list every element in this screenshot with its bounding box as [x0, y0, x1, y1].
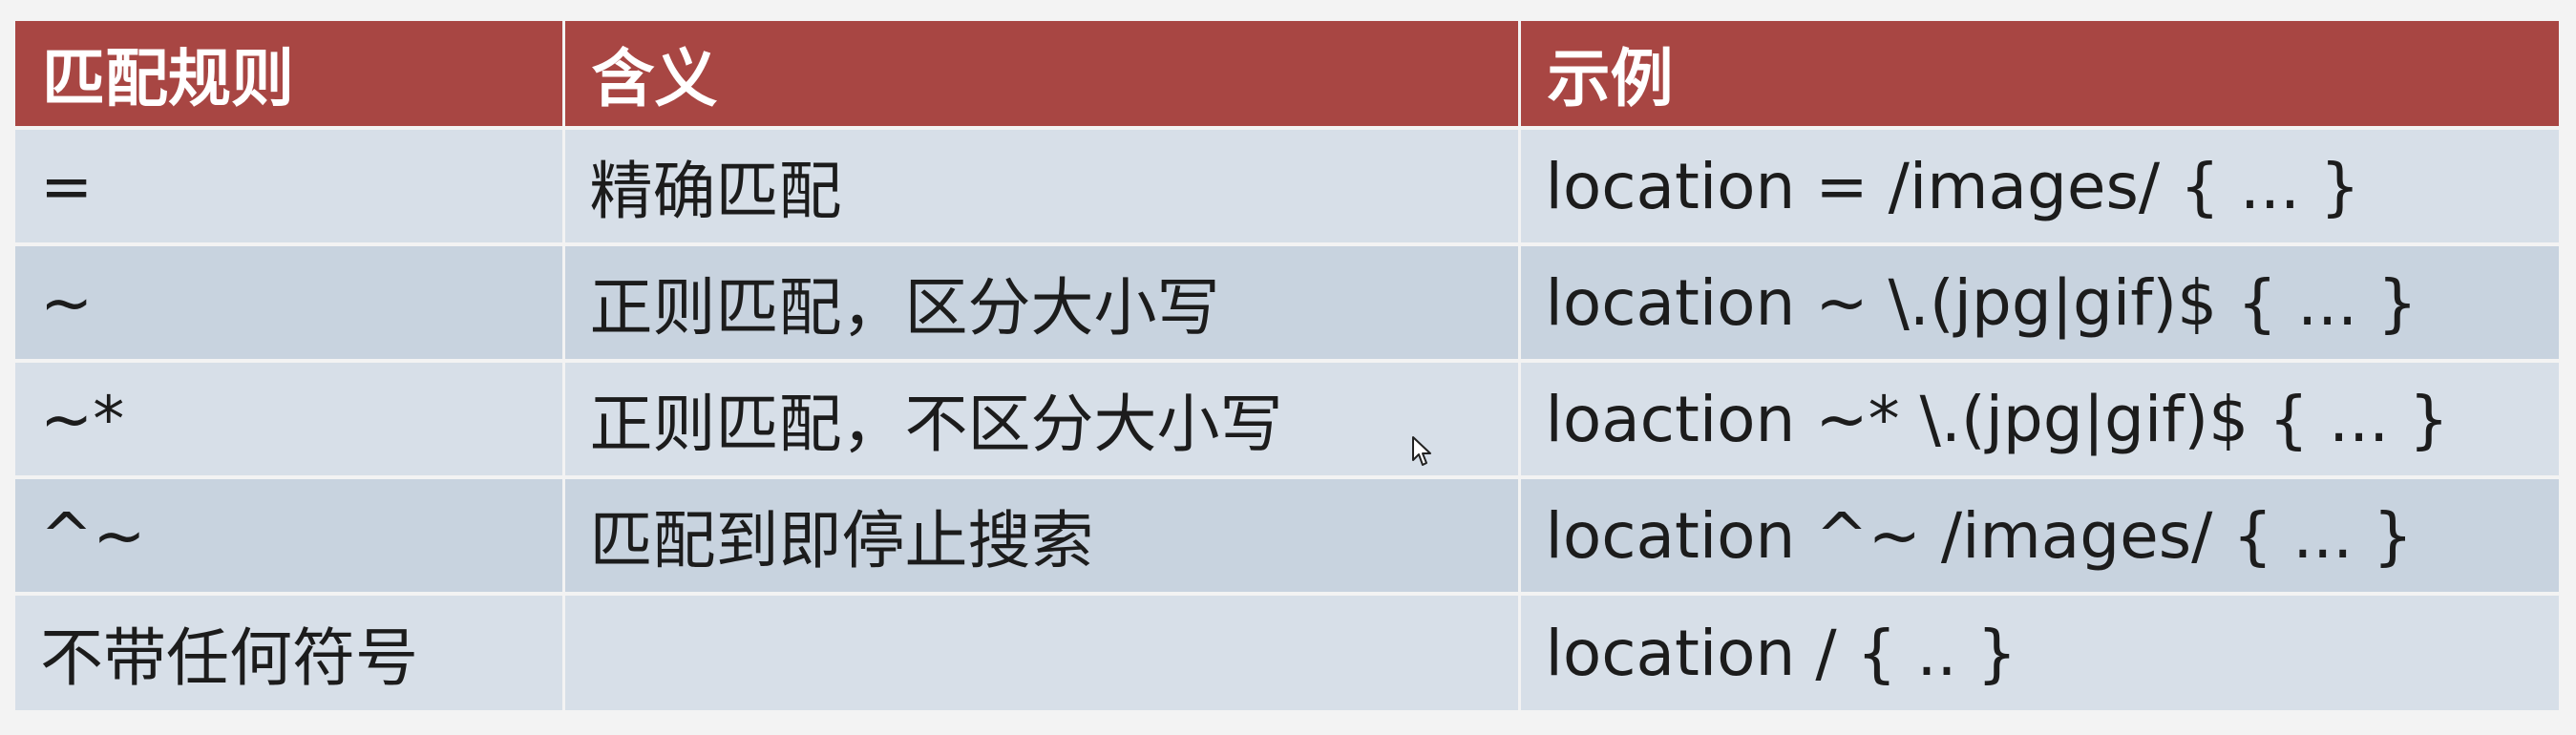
mouse-pointer-icon [1412, 436, 1431, 466]
example-cell: location ^~ /images/ { ... } [1519, 477, 2559, 596]
meaning-cell: 精确匹配 [563, 128, 1521, 246]
column-header-rule: 匹配规则 [15, 21, 565, 130]
rule-cell: ~* [15, 361, 565, 479]
example-cell: loaction ~* \.(jpg|gif)$ { ... } [1519, 361, 2559, 479]
table-row: ~* 正则匹配，不区分大小写 loaction ~* \.(jpg|gif)$ … [15, 361, 2559, 479]
rule-cell: 不带任何符号 [15, 594, 565, 710]
rule-cell: ^~ [15, 477, 565, 596]
table-row: ^~ 匹配到即停止搜索 location ^~ /images/ { ... } [15, 477, 2559, 596]
matching-rules-table: 匹配规则 含义 示例 = 精确匹配 location = /images/ { … [15, 21, 2559, 710]
table-header-row: 匹配规则 含义 示例 [15, 21, 2559, 130]
example-cell: location = /images/ { ... } [1519, 128, 2559, 246]
meaning-cell: 正则匹配，区分大小写 [563, 244, 1521, 363]
column-header-example: 示例 [1519, 21, 2559, 130]
example-cell: location ~ \.(jpg|gif)$ { ... } [1519, 244, 2559, 363]
meaning-cell [563, 594, 1521, 710]
rule-cell: ~ [15, 244, 565, 363]
table-row: = 精确匹配 location = /images/ { ... } [15, 128, 2559, 246]
meaning-cell: 正则匹配，不区分大小写 [563, 361, 1521, 479]
meaning-cell: 匹配到即停止搜索 [563, 477, 1521, 596]
table-row: ~ 正则匹配，区分大小写 location ~ \.(jpg|gif)$ { .… [15, 244, 2559, 363]
column-header-meaning: 含义 [563, 21, 1521, 130]
rule-cell: = [15, 128, 565, 246]
example-cell: location / { .. } [1519, 594, 2559, 710]
table-row: 不带任何符号 location / { .. } [15, 594, 2559, 710]
slide-canvas: 匹配规则 含义 示例 = 精确匹配 location = /images/ { … [0, 0, 2576, 735]
